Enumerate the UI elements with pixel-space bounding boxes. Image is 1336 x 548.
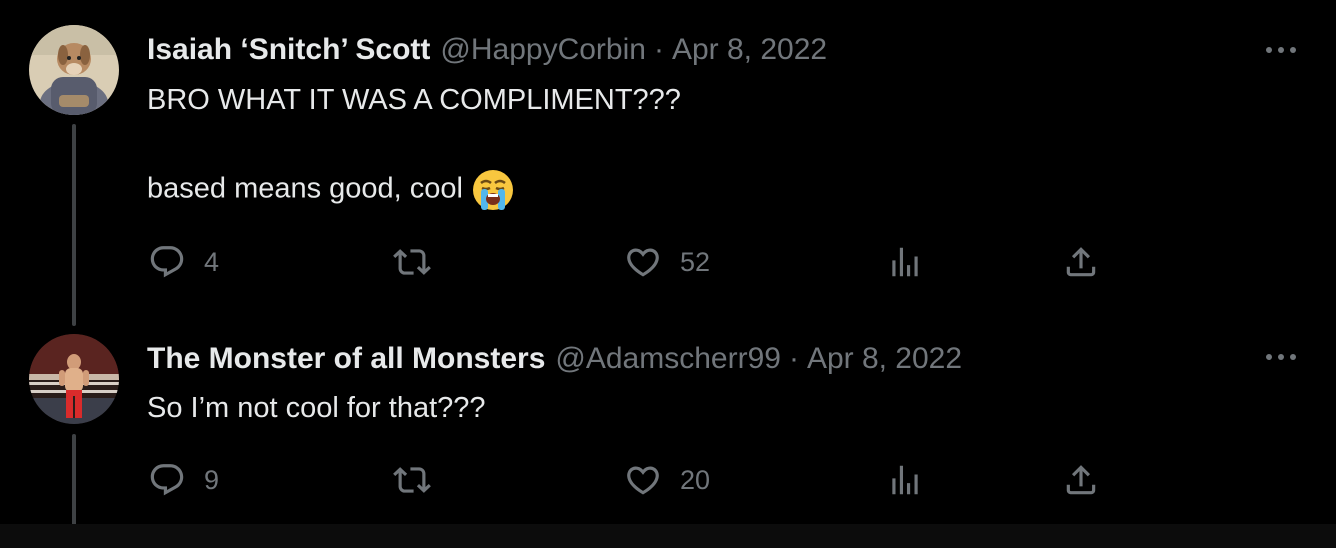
reply-count: 9 [204,464,220,495]
tweet: The Monster of all Monsters @Adamscherr9… [0,0,1336,548]
retweet-icon [393,467,431,493]
tweet-header: The Monster of all Monsters @Adamscherr9… [147,339,962,379]
tweet-date[interactable]: Apr 8, 2022 [807,342,962,376]
bottom-bar [0,524,1336,548]
retweet-button[interactable] [392,460,432,500]
display-name[interactable]: The Monster of all Monsters [147,342,545,376]
avatar-image [29,334,119,424]
views-button[interactable] [886,460,924,500]
more-button[interactable] [1262,343,1302,371]
share-button[interactable] [1062,460,1100,500]
analytics-icon [892,465,918,495]
like-button[interactable]: 20 [624,460,710,500]
share-icon [1066,465,1096,495]
user-handle[interactable]: @Adamscherr99 [555,342,781,376]
tweet-text-line: So I’m not cool for that??? [147,392,486,424]
heart-icon [627,466,659,495]
avatar[interactable] [29,334,119,424]
reply-icon [150,464,184,496]
more-icon [1266,354,1296,360]
reply-button[interactable]: 9 [148,460,219,500]
separator: · [788,342,799,375]
like-count: 20 [680,464,711,495]
